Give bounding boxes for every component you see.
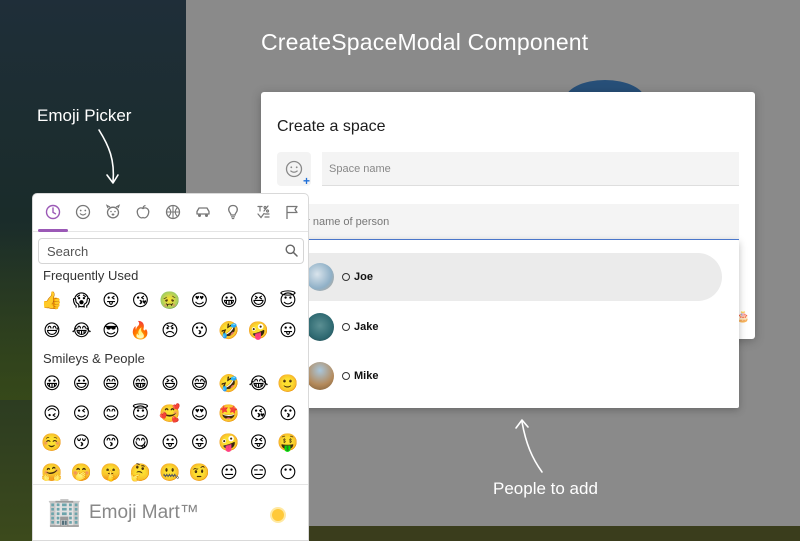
emoji-button[interactable]: 😍: [188, 402, 212, 426]
emoji-button[interactable]: 😝: [247, 431, 271, 455]
recent-icon[interactable]: [43, 202, 63, 222]
objects-icon[interactable]: [223, 202, 243, 222]
animal-icon[interactable]: [103, 202, 123, 222]
person-name: Jake: [354, 321, 379, 333]
frequently-used-label: Frequently Used: [43, 268, 139, 283]
emoji-button[interactable]: 😘: [247, 402, 271, 426]
emoji-button[interactable]: 🥰: [158, 402, 182, 426]
activity-icon[interactable]: [163, 202, 183, 222]
avatar: [306, 362, 334, 390]
emoji-button[interactable]: 😛: [276, 319, 300, 343]
plus-icon: +: [302, 174, 310, 188]
emoji-button[interactable]: 🤐: [158, 461, 182, 485]
person-name: Mike: [354, 370, 379, 382]
emoji-button[interactable]: 😜: [99, 289, 123, 313]
smiley-icon[interactable]: [73, 202, 93, 222]
page-title: CreateSpaceModal Component: [261, 29, 589, 55]
emoji-button[interactable]: 😶: [276, 461, 300, 485]
active-category-indicator: [38, 229, 68, 232]
emoji-button[interactable]: 😜: [188, 431, 212, 455]
emoji-button[interactable]: 🤑: [276, 431, 300, 455]
avatar: [306, 263, 334, 291]
emoji-button[interactable]: 🤫: [99, 461, 123, 485]
person-option-joe[interactable]: Joe: [296, 253, 722, 301]
emoji-button[interactable]: 😅: [40, 319, 64, 343]
smileys-people-label: Smileys & People: [43, 351, 145, 366]
radio-button[interactable]: [342, 372, 350, 380]
picker-brand-name: Emoji Mart™: [89, 502, 199, 523]
emoji-button[interactable]: 🙃: [40, 402, 64, 426]
emoji-button[interactable]: 🤪: [217, 431, 241, 455]
emoji-button[interactable]: 😱: [70, 289, 94, 313]
search-icon: [285, 244, 298, 257]
category-bar: [33, 194, 308, 232]
emoji-button[interactable]: 😆: [158, 372, 182, 396]
emoji-button[interactable]: 😀: [217, 289, 241, 313]
radio-button[interactable]: [342, 323, 350, 331]
emoji-button[interactable]: 👍: [40, 289, 64, 313]
emoji-button[interactable]: 😎: [99, 319, 123, 343]
emoji-button[interactable]: 😋: [129, 431, 153, 455]
emoji-button[interactable]: 😁: [129, 372, 153, 396]
emoji-button[interactable]: 🤨: [188, 461, 212, 485]
emoji-button[interactable]: 🤩: [217, 402, 241, 426]
person-name: Joe: [354, 271, 373, 283]
emoji-button[interactable]: ☺️: [40, 431, 64, 455]
emoji-button[interactable]: 🤢: [158, 289, 182, 313]
person-option-mike[interactable]: Mike: [296, 352, 722, 400]
flags-icon[interactable]: [282, 202, 302, 222]
emoji-button[interactable]: 😄: [99, 372, 123, 396]
food-icon[interactable]: [133, 202, 153, 222]
modal-title: Create a space: [277, 118, 386, 135]
emoji-button[interactable]: 🤔: [129, 461, 153, 485]
emoji-button[interactable]: 😚: [70, 431, 94, 455]
space-name-input[interactable]: [322, 152, 739, 186]
emoji-button[interactable]: 😂: [70, 319, 94, 343]
space-emoji-button[interactable]: +: [277, 152, 311, 188]
emoji-button[interactable]: 🙂: [276, 372, 300, 396]
emoji-button[interactable]: 😇: [276, 289, 300, 313]
annotation-emoji-picker: Emoji Picker: [37, 106, 132, 125]
emoji-button[interactable]: 🤭: [70, 461, 94, 485]
annotation-people-to-add: People to add: [493, 479, 598, 498]
emoji-button[interactable]: 😇: [129, 402, 153, 426]
symbols-icon[interactable]: [253, 202, 273, 222]
emoji-button[interactable]: 😊: [99, 402, 123, 426]
emoji-button[interactable]: 😀: [40, 372, 64, 396]
emoji-button[interactable]: 🤣: [217, 319, 241, 343]
smiley-add-icon: [285, 160, 303, 178]
emoji-button[interactable]: 😙: [99, 431, 123, 455]
person-name-input[interactable]: [300, 204, 739, 240]
emoji-button[interactable]: 🔥: [129, 319, 153, 343]
emoji-button[interactable]: 😍: [188, 289, 212, 313]
emoji-button[interactable]: 😃: [70, 372, 94, 396]
picker-footer: 🏢 Emoji Mart™: [33, 484, 308, 540]
person-option-jake[interactable]: Jake: [296, 303, 722, 351]
annotation-arrow-up: [515, 419, 543, 473]
skin-tone-selector[interactable]: [272, 509, 284, 521]
emoji-button[interactable]: 😗: [188, 319, 212, 343]
emoji-button[interactable]: 🤪: [247, 319, 271, 343]
people-dropdown: Joe Jake Mike: [296, 240, 739, 408]
emoji-button[interactable]: 😐: [217, 461, 241, 485]
radio-button[interactable]: [342, 273, 350, 281]
annotation-arrow-down: [98, 129, 119, 184]
emoji-button[interactable]: 😂: [247, 372, 271, 396]
emoji-button[interactable]: 🤗: [40, 461, 64, 485]
emoji-search-input[interactable]: [38, 238, 304, 264]
emoji-button[interactable]: 😘: [129, 289, 153, 313]
emoji-picker: Frequently Used Smileys & People 🏢 Emoji…: [32, 193, 309, 541]
emoji-button[interactable]: 😆: [247, 289, 271, 313]
emoji-button[interactable]: 😗: [276, 402, 300, 426]
travel-icon[interactable]: [193, 202, 213, 222]
emoji-button[interactable]: 😑: [247, 461, 271, 485]
emoji-button[interactable]: 😠: [158, 319, 182, 343]
emoji-button[interactable]: 😅: [188, 372, 212, 396]
avatar: [306, 313, 334, 341]
emoji-button[interactable]: 🤣: [217, 372, 241, 396]
emoji-button[interactable]: 😛: [158, 431, 182, 455]
emoji-button[interactable]: 😉: [70, 402, 94, 426]
building-icon: 🏢: [47, 496, 82, 527]
